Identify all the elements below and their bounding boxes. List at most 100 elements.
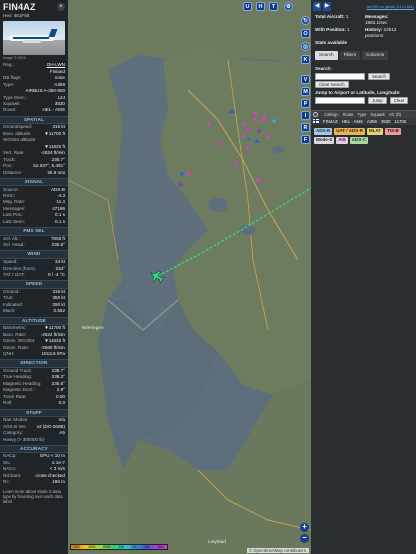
- map-button-o[interactable]: O: [301, 29, 310, 38]
- collapse-left-icon[interactable]: ◀: [313, 2, 321, 11]
- row-value[interactable]: OH-LWN: [47, 62, 65, 68]
- map-attribution[interactable]: © OpenStreetMap contributors.: [246, 548, 309, 553]
- search-input[interactable]: [315, 72, 365, 80]
- row-label: SIL:: [3, 459, 12, 465]
- table-row[interactable]: FIN4AZ HEL - AMS A359 3530 11700: [311, 117, 416, 125]
- row-label: Geom. WGS84:: [3, 338, 36, 344]
- column-altitude[interactable]: Alt. (ft): [389, 112, 401, 117]
- ground-marker[interactable]: [246, 127, 250, 131]
- ground-marker[interactable]: [187, 172, 191, 176]
- map-button-p[interactable]: P: [301, 99, 310, 108]
- column-callsign[interactable]: Callsign: [324, 112, 339, 117]
- jump-button[interactable]: Jump: [368, 96, 387, 104]
- row-label: DB flags:: [3, 75, 22, 81]
- tab-columns[interactable]: Columns: [362, 51, 389, 60]
- row-value: 235.5°: [51, 242, 65, 248]
- jump-line: Jump Clear: [315, 96, 412, 104]
- row-label: Magnetic Heading:: [3, 380, 42, 386]
- row-label: Direction (from):: [3, 265, 36, 271]
- row-value: 7008 ft: [50, 235, 65, 241]
- row-label: Source:: [3, 186, 19, 192]
- settings-icon[interactable]: ⚙: [284, 2, 293, 11]
- row-value: 234°: [55, 265, 65, 271]
- row-label: Ground Track:: [3, 367, 33, 373]
- version-link[interactable]: tar1090 on github (3.14.1581): [367, 5, 414, 9]
- ground-marker[interactable]: [234, 163, 238, 167]
- map-button-f[interactable]: F: [301, 135, 310, 144]
- section-accuracy: ACCURACY: [0, 444, 68, 454]
- map-view[interactable]: Wieringen Lelystad U H T ⚙ ↻ O ◎ K V M P…: [68, 0, 311, 554]
- cell-route: HEL - AMS: [341, 118, 363, 124]
- map-button-v[interactable]: V: [301, 75, 310, 84]
- map-button-m[interactable]: M: [301, 87, 310, 96]
- gear-icon[interactable]: [313, 111, 318, 117]
- zoom-in-button[interactable]: +: [300, 523, 309, 532]
- legend-chip: ADS-B: [314, 127, 333, 135]
- tab-filters[interactable]: Filters: [339, 51, 361, 60]
- wind-rows: Speed: 34 kt Direction (from): 234° TAT / OA…: [0, 259, 68, 278]
- ground-marker[interactable]: [263, 115, 267, 119]
- alt-label: 30k: [144, 545, 150, 549]
- ground-marker[interactable]: [246, 146, 250, 150]
- map-button-t[interactable]: T: [269, 2, 278, 11]
- ground-marker[interactable]: [218, 142, 222, 146]
- map-button-k[interactable]: K: [301, 55, 310, 64]
- altitude-rows: Barometric: ▼11700 ft Baro. Rate: -2624 ft/…: [0, 325, 68, 357]
- jump-input[interactable]: [315, 96, 365, 104]
- column-route[interactable]: Route: [343, 112, 354, 117]
- ground-marker[interactable]: [272, 119, 276, 123]
- row-value: n/a: [58, 417, 65, 423]
- expand-right-icon[interactable]: ▶: [323, 2, 331, 11]
- map-canvas[interactable]: Wieringen Lelystad: [68, 0, 311, 554]
- row-label: Last Pos.:: [3, 212, 24, 218]
- aircraft-photo[interactable]: [3, 21, 65, 55]
- search-line: Search: [315, 72, 412, 80]
- close-icon[interactable]: ×: [57, 3, 65, 11]
- column-squawk[interactable]: Squawk: [370, 112, 385, 117]
- row-value: 235.5°: [51, 380, 65, 386]
- image-credit: Image © 8315: [3, 56, 26, 60]
- row-label: NACv:: [3, 466, 17, 472]
- ground-marker[interactable]: [180, 172, 184, 176]
- ground-marker[interactable]: [261, 118, 265, 122]
- wind-row: TAT / OAT: 8 / -4 °C: [0, 272, 68, 278]
- clear-jump-button[interactable]: Clear: [389, 96, 409, 104]
- spatial-row: Distance: 25.9 nmi: [0, 169, 68, 175]
- stat-history: History: 22512 positions: [365, 27, 412, 39]
- section-direction: DIRECTION: [0, 359, 68, 368]
- row-label: Groundspeed:: [3, 124, 33, 130]
- ground-marker[interactable]: [266, 135, 270, 139]
- ground-marker[interactable]: [247, 137, 251, 141]
- refresh-icon[interactable]: ↻: [301, 16, 310, 25]
- search-button[interactable]: Search: [368, 72, 390, 80]
- row-value: ▼11625 ft: [44, 338, 65, 344]
- map-button-u[interactable]: U: [243, 2, 252, 11]
- tab-search[interactable]: Search: [315, 51, 338, 60]
- row-value: 0.552: [53, 308, 66, 314]
- map-button-i[interactable]: I: [301, 111, 310, 120]
- legend-chip: Mode-S: [314, 136, 335, 144]
- map-button-r[interactable]: R: [301, 123, 310, 132]
- aircraft-hex: Hex: 461F55: [3, 13, 30, 18]
- row-value: EPU < 10 m: [40, 453, 65, 459]
- clear-search-button[interactable]: Clear Search: [315, 80, 349, 88]
- row-label: Barometric:: [3, 325, 27, 331]
- ground-marker[interactable]: [243, 122, 247, 126]
- section-signal: SIGNAL: [0, 177, 68, 187]
- zoom-out-button[interactable]: −: [300, 534, 309, 543]
- ground-marker[interactable]: [207, 121, 211, 125]
- signal-row: Last Seen: 0.1 s: [0, 219, 68, 225]
- column-type[interactable]: Type: [358, 112, 367, 117]
- ground-marker[interactable]: [253, 111, 257, 115]
- row-value: -2560 ft/min: [40, 344, 65, 350]
- map-button-h[interactable]: H: [256, 2, 265, 11]
- row-value: 52.637°, 5.491°: [33, 163, 65, 169]
- ground-marker[interactable]: [242, 134, 246, 138]
- spatial-row: Pos.: 52.637°, 5.491°: [0, 163, 68, 169]
- details-row: Route: HEL - AMS: [0, 107, 68, 113]
- ground-marker[interactable]: [257, 129, 261, 133]
- filter-icon[interactable]: ◎: [301, 42, 310, 51]
- basic-details: Reg.: OH-LWN Finland DB flags: none Type: A359…: [0, 62, 68, 114]
- row-value: 2.9°: [56, 387, 65, 393]
- spatial-rows: Groundspeed: 316 kt Baro. altitude: ▼11700 …: [0, 124, 68, 176]
